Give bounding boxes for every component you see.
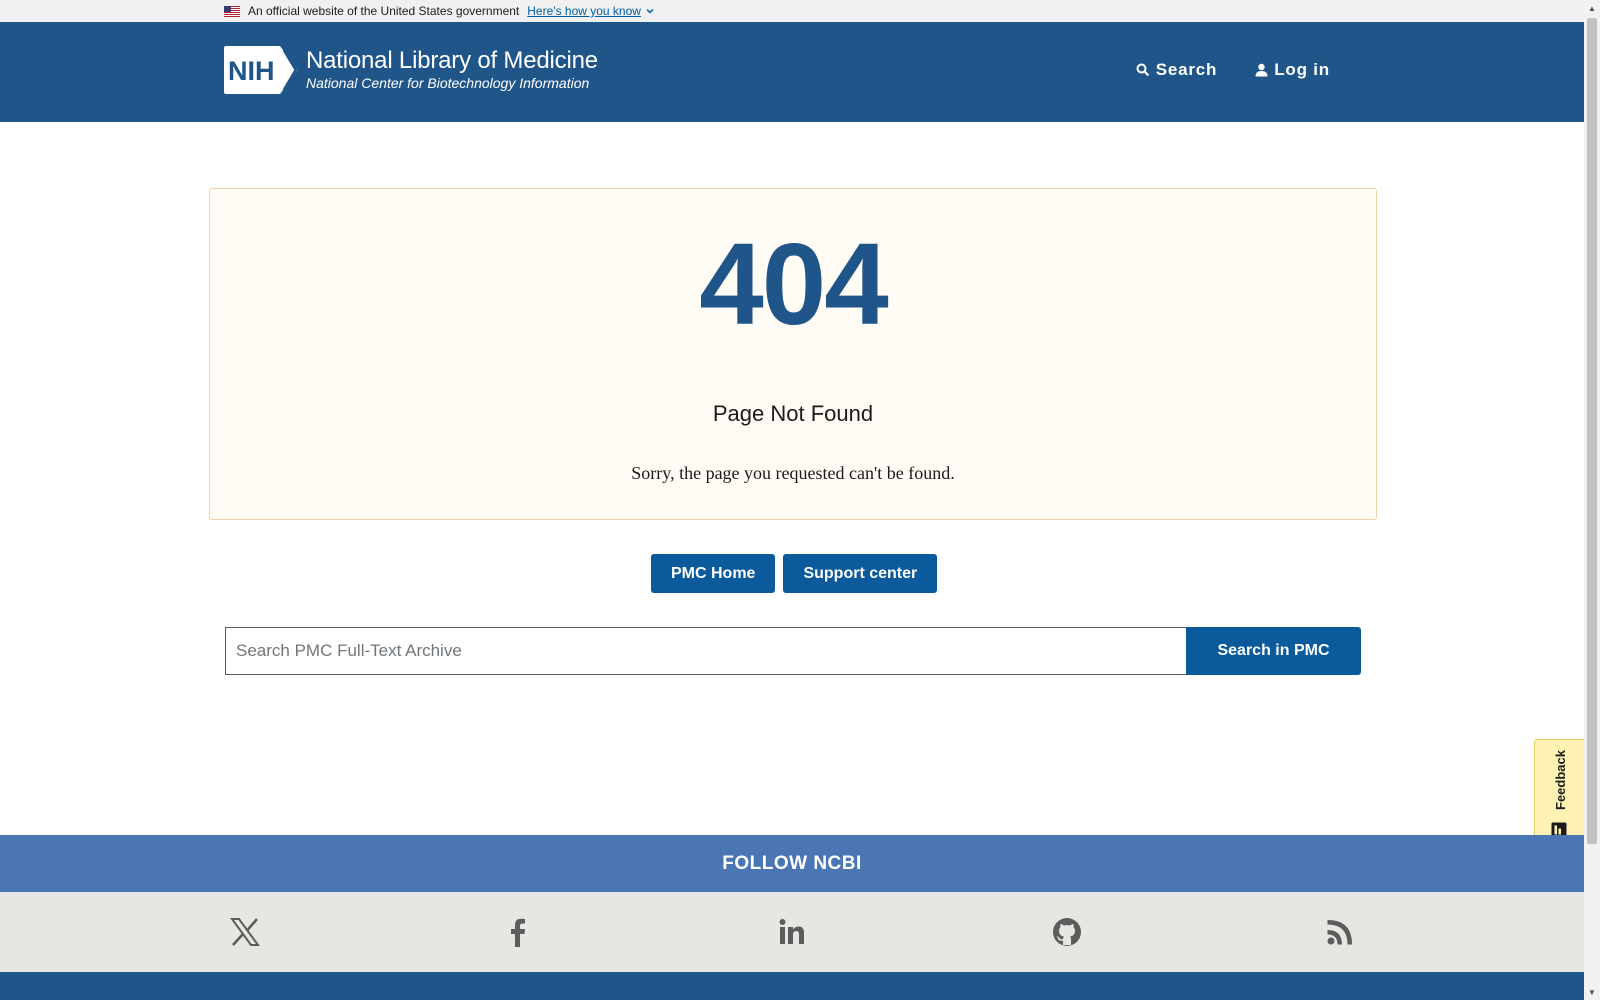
us-flag-icon: [224, 5, 240, 17]
footer-bottom-bar: [0, 972, 1584, 1000]
nih-badge-icon: NIH: [224, 46, 298, 94]
error-title: Page Not Found: [712, 401, 874, 426]
error-message: Sorry, the page you requested can't be f…: [631, 463, 955, 483]
header-search-label: Search: [1155, 60, 1218, 79]
support-center-button[interactable]: Support center: [783, 554, 938, 593]
gov-banner: An official website of the United States…: [0, 0, 1584, 22]
pmc-search-form: Search in PMC: [225, 627, 1361, 675]
header-search-button[interactable]: Search: [1136, 60, 1218, 80]
follow-ncbi-label: FOLLOW NCBI: [722, 852, 862, 874]
feedback-tab[interactable]: Feedback: [1534, 739, 1584, 849]
nlm-logo[interactable]: NIH National Library of Medicine Nationa…: [224, 46, 598, 94]
x-icon[interactable]: [229, 916, 261, 948]
social-bar: [0, 892, 1584, 972]
search-in-pmc-button[interactable]: Search in PMC: [1186, 627, 1361, 675]
scrollbar-thumb[interactable]: [1587, 18, 1597, 844]
rss-icon[interactable]: [1324, 916, 1356, 948]
gov-banner-text: An official website of the United States…: [248, 4, 520, 18]
github-icon[interactable]: [1051, 916, 1083, 948]
logo-subtitle: National Center for Biotechnology Inform…: [306, 75, 590, 91]
header-login-button[interactable]: Log in: [1255, 60, 1330, 80]
user-icon: [1255, 63, 1268, 77]
scroll-down-arrow-icon[interactable]: ▼: [1584, 984, 1600, 1000]
feedback-label: Feedback: [1553, 750, 1568, 810]
site-header: NIH National Library of Medicine Nationa…: [0, 22, 1584, 122]
search-icon: [1136, 63, 1149, 77]
pmc-home-button[interactable]: PMC Home: [651, 554, 776, 593]
scroll-up-arrow-icon[interactable]: ▲: [1584, 0, 1600, 16]
error-code: 404: [699, 219, 889, 349]
header-login-label: Log in: [1274, 60, 1330, 79]
error-actions: PMC Home Support center: [651, 554, 945, 593]
heres-how-you-know-link[interactable]: Here's how you know: [527, 4, 655, 18]
follow-bar: FOLLOW NCBI: [0, 835, 1584, 892]
page-scrollbar[interactable]: ▲ ▼: [1584, 0, 1600, 1000]
logo-title: National Library of Medicine: [306, 47, 598, 74]
heres-how-you-know-label: Here's how you know: [527, 4, 641, 18]
facebook-icon[interactable]: [502, 916, 534, 948]
error-box: 404 Page Not Found Sorry, the page you r…: [209, 188, 1377, 520]
gov-banner-inner: An official website of the United States…: [224, 0, 655, 22]
chevron-down-icon: [646, 8, 654, 14]
linkedin-icon[interactable]: [776, 916, 808, 948]
nih-badge-text: NIH: [228, 56, 275, 86]
header-actions: Search Log in: [1098, 60, 1330, 80]
logo-text: National Library of Medicine National Ce…: [306, 48, 598, 92]
pmc-search-input[interactable]: [225, 627, 1186, 675]
